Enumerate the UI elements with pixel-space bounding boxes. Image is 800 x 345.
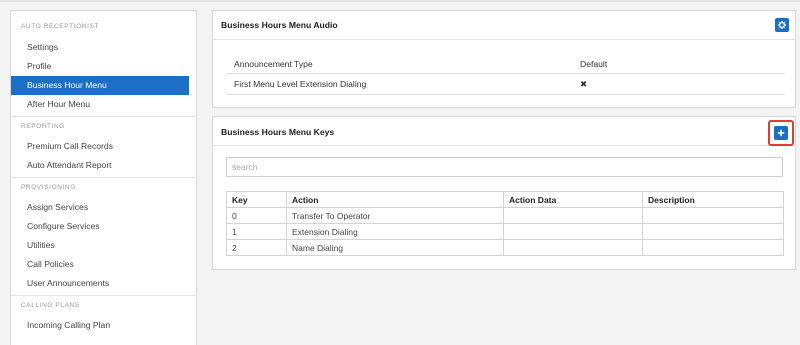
table-row[interactable]: 2 Name Dialing	[226, 239, 784, 256]
keys-panel-header: Business Hours Menu Keys	[213, 117, 795, 146]
cell-description	[642, 239, 784, 256]
sidebar-divider	[11, 295, 197, 296]
audio-panel-header: Business Hours Menu Audio	[213, 11, 795, 40]
keys-panel-title: Business Hours Menu Keys	[221, 127, 335, 137]
sidebar-section-auto-receptionist: AUTO RECEPTIONIST	[21, 23, 99, 30]
column-header-action-data[interactable]: Action Data	[503, 191, 643, 208]
cell-action-data	[503, 207, 643, 224]
cell-key: 1	[226, 223, 287, 240]
cell-key: 2	[226, 239, 287, 256]
sidebar-divider	[11, 177, 197, 178]
column-header-action[interactable]: Action	[286, 191, 504, 208]
sidebar-item-auto-attendant-report[interactable]: Auto Attendant Report	[11, 156, 189, 175]
search-input[interactable]	[226, 157, 783, 177]
sidebar: AUTO RECEPTIONIST Settings Profile Busin…	[10, 10, 197, 345]
sidebar-item-user-announcements[interactable]: User Announcements	[11, 274, 189, 293]
sidebar-item-business-hour-menu[interactable]: Business Hour Menu	[11, 76, 189, 95]
sidebar-item-premium-call-records[interactable]: Premium Call Records	[11, 137, 189, 156]
cell-key: 0	[226, 207, 287, 224]
gear-icon	[778, 21, 786, 29]
cell-action: Extension Dialing	[286, 223, 504, 240]
sidebar-item-configure-services[interactable]: Configure Services	[11, 217, 189, 236]
announcement-type-row: Announcement Type Default	[226, 54, 785, 73]
sidebar-item-profile[interactable]: Profile	[11, 57, 189, 76]
sidebar-section-calling-plans: CALLING PLANS	[21, 302, 80, 309]
cell-description	[642, 223, 784, 240]
sidebar-divider	[11, 116, 197, 117]
table-row[interactable]: 1 Extension Dialing	[226, 223, 784, 240]
audio-panel: Business Hours Menu Audio Announcement T…	[212, 10, 796, 108]
first-menu-extension-dialing-row: First Menu Level Extension Dialing ✖	[226, 74, 785, 93]
top-border	[0, 0, 800, 2]
sidebar-item-settings[interactable]: Settings	[11, 38, 189, 57]
keys-panel: Business Hours Menu Keys Key Action Acti…	[212, 116, 796, 270]
cell-description	[642, 207, 784, 224]
cell-action-data	[503, 223, 643, 240]
plus-icon	[777, 129, 785, 137]
column-header-description[interactable]: Description	[642, 191, 784, 208]
sidebar-item-assign-services[interactable]: Assign Services	[11, 198, 189, 217]
sidebar-item-after-hour-menu[interactable]: After Hour Menu	[11, 95, 189, 114]
sidebar-item-call-policies[interactable]: Call Policies	[11, 255, 189, 274]
first-menu-extension-dialing-label: First Menu Level Extension Dialing	[234, 79, 367, 89]
cell-action: Name Dialing	[286, 239, 504, 256]
table-header-row: Key Action Action Data Description	[226, 191, 784, 208]
column-header-key[interactable]: Key	[226, 191, 287, 208]
audio-panel-title: Business Hours Menu Audio	[221, 20, 338, 30]
sidebar-item-incoming-calling-plan[interactable]: Incoming Calling Plan	[11, 316, 189, 335]
sidebar-section-reporting: REPORTING	[21, 123, 65, 130]
table-row[interactable]: 0 Transfer To Operator	[226, 207, 784, 224]
announcement-type-label: Announcement Type	[234, 59, 313, 69]
audio-settings-button[interactable]	[775, 18, 789, 32]
cell-action: Transfer To Operator	[286, 207, 504, 224]
sidebar-section-provisioning: PROVISIONING	[21, 184, 76, 191]
cell-action-data	[503, 239, 643, 256]
add-key-button[interactable]	[774, 126, 788, 140]
row-divider	[226, 94, 785, 95]
disabled-x-icon: ✖	[580, 79, 588, 89]
menu-keys-table: Key Action Action Data Description 0 Tra…	[226, 191, 784, 256]
announcement-type-value: Default	[580, 59, 608, 69]
sidebar-item-utilities[interactable]: Utilities	[11, 236, 189, 255]
